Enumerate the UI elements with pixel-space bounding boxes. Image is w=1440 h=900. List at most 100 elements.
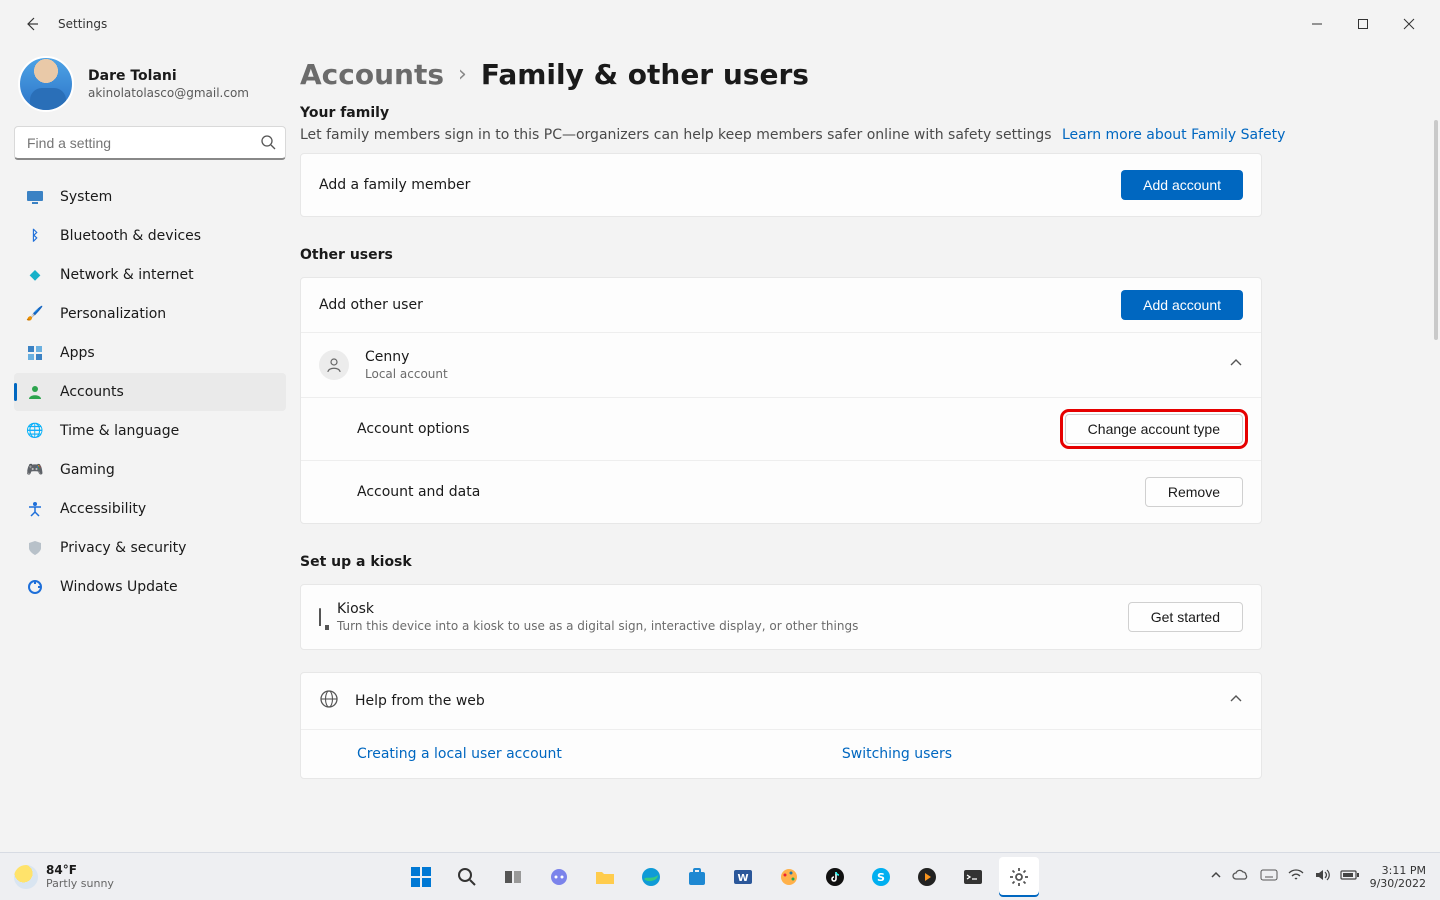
help-link-switching-users[interactable]: Switching users (842, 746, 952, 762)
back-button[interactable] (12, 4, 52, 44)
taskbar-app-terminal[interactable] (953, 857, 993, 897)
family-card: Add a family member Add account (300, 153, 1262, 217)
sidebar-item-label: Gaming (60, 462, 115, 478)
taskbar-search-button[interactable] (447, 857, 487, 897)
sidebar-item-label: Windows Update (60, 579, 178, 595)
kiosk-title: Kiosk (337, 601, 858, 617)
breadcrumb-parent[interactable]: Accounts (300, 58, 444, 91)
profile-block[interactable]: Dare Tolani akinolatolasco@gmail.com (18, 56, 286, 112)
maximize-icon (1357, 18, 1369, 30)
volume-icon[interactable] (1314, 868, 1330, 886)
add-other-user-button[interactable]: Add account (1121, 290, 1243, 320)
sidebar-item-personalization[interactable]: 🖌️ Personalization (14, 295, 286, 333)
arrow-left-icon (24, 16, 40, 32)
change-account-type-button[interactable]: Change account type (1065, 414, 1243, 444)
taskbar-app-chat[interactable] (539, 857, 579, 897)
avatar (18, 56, 74, 112)
taskbar: 84°F Partly sunny W S 3:11 PM 9/30/2022 (0, 852, 1440, 900)
window-controls (1294, 8, 1432, 40)
taskbar-app-paint[interactable] (769, 857, 809, 897)
sidebar-item-label: Personalization (60, 306, 166, 322)
sidebar-item-apps[interactable]: Apps (14, 334, 286, 372)
weather-desc: Partly sunny (46, 877, 114, 890)
play-icon (917, 867, 937, 887)
user-row[interactable]: Cenny Local account (301, 333, 1261, 398)
update-icon (26, 579, 44, 595)
taskbar-app-explorer[interactable] (585, 857, 625, 897)
page-title: Family & other users (481, 58, 809, 91)
add-family-account-button[interactable]: Add account (1121, 170, 1243, 200)
taskbar-app-store[interactable] (677, 857, 717, 897)
other-users-card: Add other user Add account Cenny Local a… (300, 277, 1262, 524)
sidebar-item-system[interactable]: System (14, 178, 286, 216)
maximize-button[interactable] (1340, 8, 1386, 40)
taskbar-clock[interactable]: 3:11 PM 9/30/2022 (1370, 864, 1426, 890)
sidebar-item-time-language[interactable]: 🌐 Time & language (14, 412, 286, 450)
main-content: Accounts › Family & other users Your fam… (300, 48, 1440, 860)
sidebar-item-accessibility[interactable]: Accessibility (14, 490, 286, 528)
kiosk-get-started-button[interactable]: Get started (1128, 602, 1243, 632)
chevron-up-icon (1229, 692, 1243, 710)
tray-overflow-icon[interactable] (1210, 869, 1222, 885)
profile-name: Dare Tolani (88, 68, 249, 84)
sidebar-item-label: Accounts (60, 384, 124, 400)
taskbar-app-settings[interactable] (999, 857, 1039, 897)
sidebar-item-label: Accessibility (60, 501, 146, 517)
add-other-user-label: Add other user (319, 297, 423, 313)
sidebar-item-label: System (60, 189, 112, 205)
onedrive-icon[interactable] (1232, 869, 1250, 885)
wifi-icon: ◆ (26, 267, 44, 283)
gear-icon (1009, 867, 1029, 887)
sidebar-item-accounts[interactable]: Accounts (14, 373, 286, 411)
help-link-create-local-user[interactable]: Creating a local user account (357, 746, 562, 762)
close-button[interactable] (1386, 8, 1432, 40)
wifi-status-icon[interactable] (1288, 869, 1304, 885)
sidebar-item-windows-update[interactable]: Windows Update (14, 568, 286, 606)
clock-date: 9/30/2022 (1370, 877, 1426, 890)
sidebar-item-bluetooth[interactable]: ᛒ Bluetooth & devices (14, 217, 286, 255)
minimize-button[interactable] (1294, 8, 1340, 40)
person-icon (26, 384, 44, 400)
kiosk-icon (319, 609, 321, 625)
sidebar-item-privacy[interactable]: Privacy & security (14, 529, 286, 567)
sidebar-item-gaming[interactable]: 🎮 Gaming (14, 451, 286, 489)
account-data-label: Account and data (357, 484, 480, 500)
word-icon: W (733, 867, 753, 887)
account-options-label: Account options (357, 421, 470, 437)
user-avatar-icon (319, 350, 349, 380)
taskbar-weather[interactable]: 84°F Partly sunny (0, 863, 114, 890)
search-icon (457, 867, 477, 887)
system-tray[interactable] (1210, 868, 1360, 886)
chevron-up-icon (1229, 356, 1243, 374)
scrollbar[interactable] (1434, 120, 1438, 340)
svg-text:W: W (737, 873, 748, 884)
shield-icon (26, 540, 44, 556)
taskbar-app-media[interactable] (907, 857, 947, 897)
sidebar-item-label: Privacy & security (60, 540, 186, 556)
weather-icon (14, 865, 38, 889)
family-safety-link[interactable]: Learn more about Family Safety (1062, 127, 1285, 143)
start-button[interactable] (401, 857, 441, 897)
sidebar: Dare Tolani akinolatolasco@gmail.com Sys… (0, 48, 300, 860)
svg-text:S: S (877, 871, 885, 884)
close-icon (1403, 18, 1415, 30)
help-header-row[interactable]: Help from the web (301, 673, 1261, 730)
remove-user-button[interactable]: Remove (1145, 477, 1243, 507)
family-header: Your family (300, 105, 1420, 121)
taskbar-app-word[interactable]: W (723, 857, 763, 897)
gamepad-icon: 🎮 (26, 462, 44, 478)
task-view-button[interactable] (493, 857, 533, 897)
keyboard-icon[interactable] (1260, 869, 1278, 885)
tiktok-icon (825, 867, 845, 887)
taskbar-app-skype[interactable]: S (861, 857, 901, 897)
user-name: Cenny (365, 349, 448, 365)
taskbar-app-tiktok[interactable] (815, 857, 855, 897)
profile-email: akinolatolasco@gmail.com (88, 86, 249, 100)
search-input[interactable] (14, 126, 286, 160)
sidebar-item-label: Apps (60, 345, 95, 361)
kiosk-desc: Turn this device into a kiosk to use as … (337, 619, 858, 633)
battery-icon[interactable] (1340, 869, 1360, 885)
sidebar-item-label: Bluetooth & devices (60, 228, 201, 244)
taskbar-app-edge[interactable] (631, 857, 671, 897)
sidebar-item-network[interactable]: ◆ Network & internet (14, 256, 286, 294)
